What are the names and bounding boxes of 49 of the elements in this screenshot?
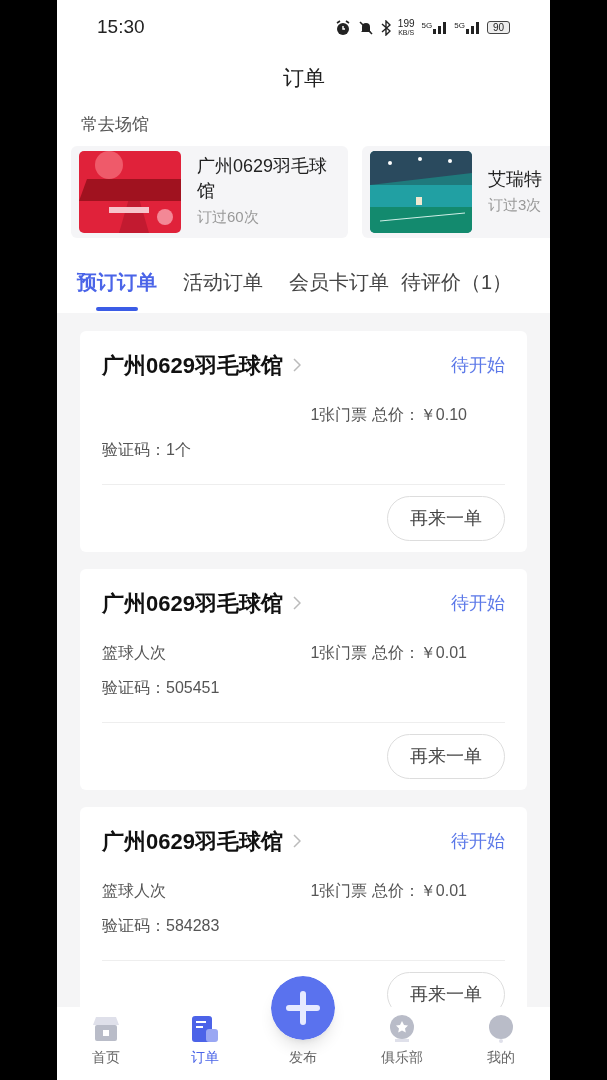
order-tab[interactable]: 预订订单 (77, 266, 157, 313)
order-price: 1张门票 总价：￥0.01 (310, 880, 467, 901)
status-time: 15:30 (97, 15, 145, 40)
chevron-right-icon (292, 358, 301, 372)
order-tab[interactable]: 待评价（1） (401, 266, 513, 313)
signal-icon (465, 21, 480, 34)
venue-card[interactable]: 广州0629羽毛球馆 订过60次 (71, 145, 348, 238)
network-speed: 199 (397, 19, 415, 29)
ticket-type: 篮球人次 (102, 880, 166, 901)
document-icon (190, 1015, 219, 1043)
order-tab[interactable]: 活动订单 (183, 266, 263, 313)
chevron-right-icon (292, 834, 301, 848)
visit-count: 订过60次 (197, 207, 260, 228)
avatar-icon (486, 1015, 515, 1043)
add-button[interactable] (271, 976, 336, 1040)
section-heading: 常去场馆 (81, 115, 149, 134)
chevron-right-icon (292, 596, 301, 610)
order-tab[interactable]: 会员卡订单 (289, 266, 389, 313)
venue-name: 艾瑞特 (488, 167, 543, 191)
battery-level: 90 (486, 21, 510, 34)
nav-item[interactable]: 订单 (190, 1015, 219, 1068)
verification-code: 验证码：1个 (102, 439, 192, 460)
venue-name: 广州0629羽毛球馆 (197, 155, 329, 204)
alarm-icon (334, 19, 351, 36)
venue-card[interactable]: 艾瑞特 订过3次 (362, 145, 550, 238)
order-status: 待开始 (451, 591, 505, 615)
nav-item[interactable]: 我的 (486, 1015, 515, 1068)
order-status: 待开始 (451, 353, 505, 377)
order-status: 待开始 (451, 829, 505, 853)
nav-item[interactable]: 首页 (92, 1015, 121, 1068)
network-type: 5G (454, 21, 465, 30)
signal-icon (433, 21, 448, 34)
page-title: 订单 (281, 64, 326, 91)
nav-item[interactable]: 发布 (289, 1047, 318, 1068)
venue-name[interactable]: 广州0629羽毛球馆 (102, 586, 283, 620)
visit-count: 订过3次 (488, 194, 543, 215)
verification-code: 验证码：505451 (102, 677, 221, 698)
nav-item[interactable]: 俱乐部 (381, 1015, 424, 1068)
shop-icon (92, 1015, 121, 1043)
venue-name[interactable]: 广州0629羽毛球馆 (102, 824, 283, 858)
ticket-type: 篮球人次 (102, 642, 166, 663)
verification-code: 验证码：584283 (102, 915, 221, 936)
network-type: 5G (421, 21, 433, 30)
bell-off-icon (357, 19, 374, 36)
venue-name[interactable]: 广州0629羽毛球馆 (102, 348, 283, 382)
order-price: 1张门票 总价：￥0.01 (310, 642, 467, 663)
star-badge-icon (388, 1015, 417, 1043)
bluetooth-icon (380, 19, 391, 36)
order-price: 1张门票 总价：￥0.10 (310, 404, 467, 425)
